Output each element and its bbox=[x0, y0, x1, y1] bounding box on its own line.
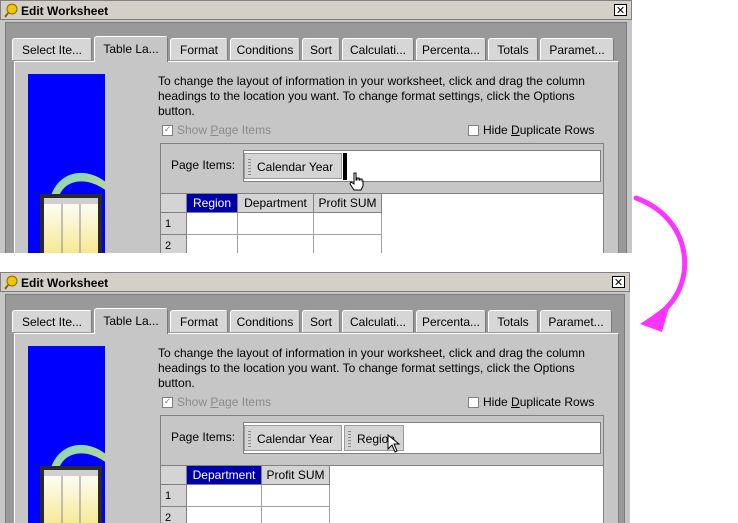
row-header-1: 1 bbox=[161, 213, 187, 235]
column-header-department[interactable]: Department bbox=[187, 466, 262, 485]
grid-cell[interactable] bbox=[238, 235, 314, 253]
tab-percentages[interactable]: Percenta... bbox=[416, 38, 486, 60]
grid-cell[interactable] bbox=[187, 235, 238, 253]
page-items-label: Page Items: bbox=[171, 158, 236, 172]
column-header-profit-sum[interactable]: Profit SUM bbox=[262, 466, 330, 485]
hide-duplicate-rows-label: Hide Duplicate Rows bbox=[483, 395, 595, 409]
title-bar: Edit Worksheet ✕ bbox=[0, 0, 632, 20]
drag-grip-icon bbox=[248, 159, 251, 175]
column-header-profit-sum[interactable]: Profit SUM bbox=[314, 194, 382, 213]
page-items-well[interactable]: Calendar Year Region bbox=[243, 422, 601, 454]
window-title: Edit Worksheet bbox=[21, 4, 109, 18]
worksheet-grid: Region Department Profit SUM 1 2 bbox=[161, 193, 603, 253]
table-layout-graphic bbox=[28, 346, 105, 523]
page-item-calendar-year[interactable]: Calendar Year bbox=[244, 153, 342, 179]
tab-totals[interactable]: Totals bbox=[488, 310, 538, 332]
close-icon[interactable]: ✕ bbox=[614, 4, 627, 16]
tab-totals[interactable]: Totals bbox=[488, 38, 538, 60]
drop-insertion-marker bbox=[343, 153, 347, 180]
grid-cell[interactable] bbox=[187, 485, 262, 507]
page-items-area: Page Items: Calendar Year Region bbox=[161, 416, 603, 460]
tab-parameters[interactable]: Paramet... bbox=[540, 310, 612, 332]
instructions-text: To change the layout of information in y… bbox=[158, 74, 585, 118]
instructions-text: To change the layout of information in y… bbox=[158, 346, 585, 390]
tab-sort[interactable]: Sort bbox=[302, 310, 340, 332]
edit-worksheet-before: Edit Worksheet ✕ Select Ite... Table La.… bbox=[0, 0, 632, 253]
arrow-cursor-icon bbox=[387, 434, 401, 453]
column-header-department[interactable]: Department bbox=[238, 194, 314, 213]
checkmark-icon: ✓ bbox=[162, 396, 173, 408]
row-header-2: 2 bbox=[161, 235, 187, 253]
table-layout-area: Page Items: Calendar Year Region Departm… bbox=[160, 143, 604, 253]
transition-arrow-icon bbox=[633, 195, 688, 332]
table-layout-graphic bbox=[28, 74, 105, 253]
show-page-items-checkbox[interactable]: ✓ Show Page Items bbox=[162, 395, 271, 409]
tab-format[interactable]: Format bbox=[170, 38, 228, 60]
app-icon bbox=[4, 275, 18, 290]
hide-duplicate-rows-checkbox[interactable]: Hide Duplicate Rows bbox=[468, 123, 594, 137]
tab-calculations[interactable]: Calculati... bbox=[342, 310, 414, 332]
grid-cell[interactable] bbox=[187, 213, 238, 235]
grid-cell[interactable] bbox=[238, 213, 314, 235]
row-header-2: 2 bbox=[161, 507, 187, 523]
tab-conditions[interactable]: Conditions bbox=[230, 38, 300, 60]
tab-parameters[interactable]: Paramet... bbox=[540, 38, 614, 60]
window-title: Edit Worksheet bbox=[21, 276, 109, 290]
page-items-label: Page Items: bbox=[171, 430, 236, 444]
grid-cell[interactable] bbox=[314, 235, 382, 253]
page-items-well[interactable]: Calendar Year bbox=[243, 150, 601, 182]
row-header-1: 1 bbox=[161, 485, 187, 507]
drag-grip-icon bbox=[348, 431, 351, 447]
hide-duplicate-rows-label: Hide Duplicate Rows bbox=[483, 123, 595, 137]
hide-duplicate-rows-checkbox[interactable]: Hide Duplicate Rows bbox=[468, 395, 594, 409]
close-icon[interactable]: ✕ bbox=[612, 276, 625, 288]
tab-format[interactable]: Format bbox=[170, 310, 228, 332]
page-items-area: Page Items: Calendar Year bbox=[161, 144, 603, 191]
worksheet-grid: Department Profit SUM 1 2 bbox=[161, 465, 603, 523]
grid-cell[interactable] bbox=[262, 485, 330, 507]
tab-calculations[interactable]: Calculati... bbox=[342, 38, 414, 60]
tab-conditions[interactable]: Conditions bbox=[230, 310, 300, 332]
show-page-items-checkbox[interactable]: ✓ Show Page Items bbox=[162, 123, 271, 137]
tab-select-items[interactable]: Select Ite... bbox=[12, 310, 92, 332]
checkmark-icon: ✓ bbox=[162, 124, 173, 136]
tab-table-layout[interactable]: Table La... bbox=[94, 36, 168, 62]
drag-grip-icon bbox=[248, 431, 251, 447]
app-icon bbox=[4, 3, 18, 18]
grid-cell[interactable] bbox=[314, 213, 382, 235]
title-bar: Edit Worksheet ✕ bbox=[0, 272, 630, 292]
tab-sort[interactable]: Sort bbox=[302, 38, 340, 60]
column-header-region[interactable]: Region bbox=[187, 194, 238, 213]
page-item-calendar-year[interactable]: Calendar Year bbox=[244, 425, 342, 451]
show-page-items-label: Show Page Items bbox=[177, 395, 272, 409]
table-layout-panel: To change the layout of information in y… bbox=[14, 333, 619, 523]
table-layout-panel: To change the layout of information in y… bbox=[14, 61, 619, 253]
hand-cursor-icon bbox=[349, 172, 364, 191]
tab-select-items[interactable]: Select Ite... bbox=[12, 38, 92, 60]
grid-cell[interactable] bbox=[262, 507, 330, 523]
tab-table-layout[interactable]: Table La... bbox=[94, 308, 168, 334]
grid-cell[interactable] bbox=[187, 507, 262, 523]
edit-worksheet-after: Edit Worksheet ✕ Select Ite... Table La.… bbox=[0, 272, 630, 523]
show-page-items-label: Show Page Items bbox=[177, 123, 272, 137]
table-layout-area: Page Items: Calendar Year Region Departm… bbox=[160, 415, 604, 523]
tab-percentages[interactable]: Percenta... bbox=[416, 310, 486, 332]
